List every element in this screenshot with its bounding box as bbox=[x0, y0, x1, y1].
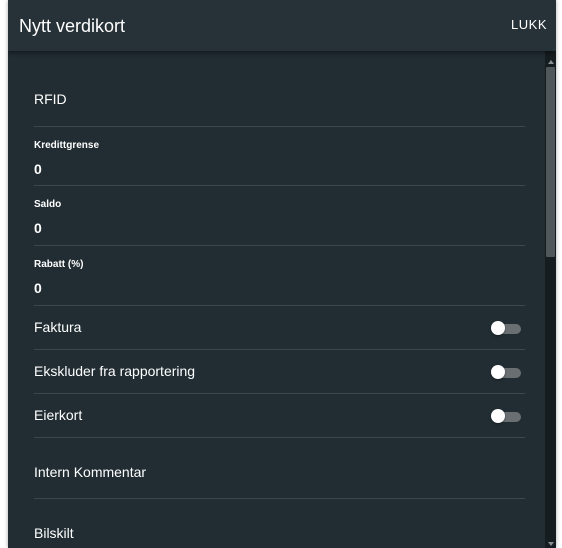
scroll-down-arrow-icon[interactable] bbox=[548, 542, 554, 546]
invoice-toggle[interactable] bbox=[491, 321, 521, 335]
exclude-reporting-row: Ekskluder fra rapportering bbox=[34, 350, 525, 394]
form-content: RFID Kredittgrense 0 Saldo 0 Rabatt (%) … bbox=[8, 51, 545, 548]
scroll-up-arrow-icon[interactable] bbox=[548, 60, 554, 64]
owner-card-toggle-thumb bbox=[491, 409, 505, 423]
invoice-toggle-thumb bbox=[491, 321, 505, 335]
internal-comment-field[interactable]: Intern Kommentar bbox=[34, 438, 525, 499]
owner-card-label: Eierkort bbox=[34, 407, 83, 423]
license-plate-field[interactable]: Bilskilt bbox=[34, 499, 525, 548]
dialog-header: Nytt verdikort LUKK bbox=[8, 0, 556, 51]
credit-limit-field[interactable]: Kredittgrense 0 bbox=[34, 127, 525, 186]
owner-card-toggle[interactable] bbox=[491, 409, 521, 423]
balance-field[interactable]: Saldo 0 bbox=[34, 186, 525, 246]
scrollbar[interactable] bbox=[545, 51, 556, 548]
dialog-title: Nytt verdikort bbox=[19, 16, 126, 36]
credit-limit-value[interactable]: 0 bbox=[34, 161, 42, 178]
invoice-row: Faktura bbox=[34, 306, 525, 350]
new-value-card-dialog: Nytt verdikort LUKK RFID Kredittgrense 0… bbox=[8, 0, 556, 548]
internal-comment-label: Intern Kommentar bbox=[34, 464, 147, 480]
discount-field[interactable]: Rabatt (%) 0 bbox=[34, 246, 525, 306]
rfid-field[interactable]: RFID bbox=[34, 51, 525, 127]
invoice-label: Faktura bbox=[34, 319, 82, 335]
discount-label: Rabatt (%) bbox=[34, 259, 84, 270]
balance-label: Saldo bbox=[34, 199, 62, 210]
close-button[interactable]: LUKK bbox=[511, 17, 547, 33]
credit-limit-label: Kredittgrense bbox=[34, 140, 100, 151]
rfid-label: RFID bbox=[34, 91, 67, 107]
exclude-reporting-toggle[interactable] bbox=[491, 365, 521, 379]
discount-value[interactable]: 0 bbox=[34, 280, 42, 297]
balance-value[interactable]: 0 bbox=[34, 220, 42, 237]
exclude-reporting-toggle-thumb bbox=[491, 365, 505, 379]
scroll-thumb[interactable] bbox=[546, 67, 555, 257]
license-plate-label: Bilskilt bbox=[34, 525, 74, 541]
owner-card-row: Eierkort bbox=[34, 394, 525, 438]
exclude-reporting-label: Ekskluder fra rapportering bbox=[34, 363, 196, 379]
